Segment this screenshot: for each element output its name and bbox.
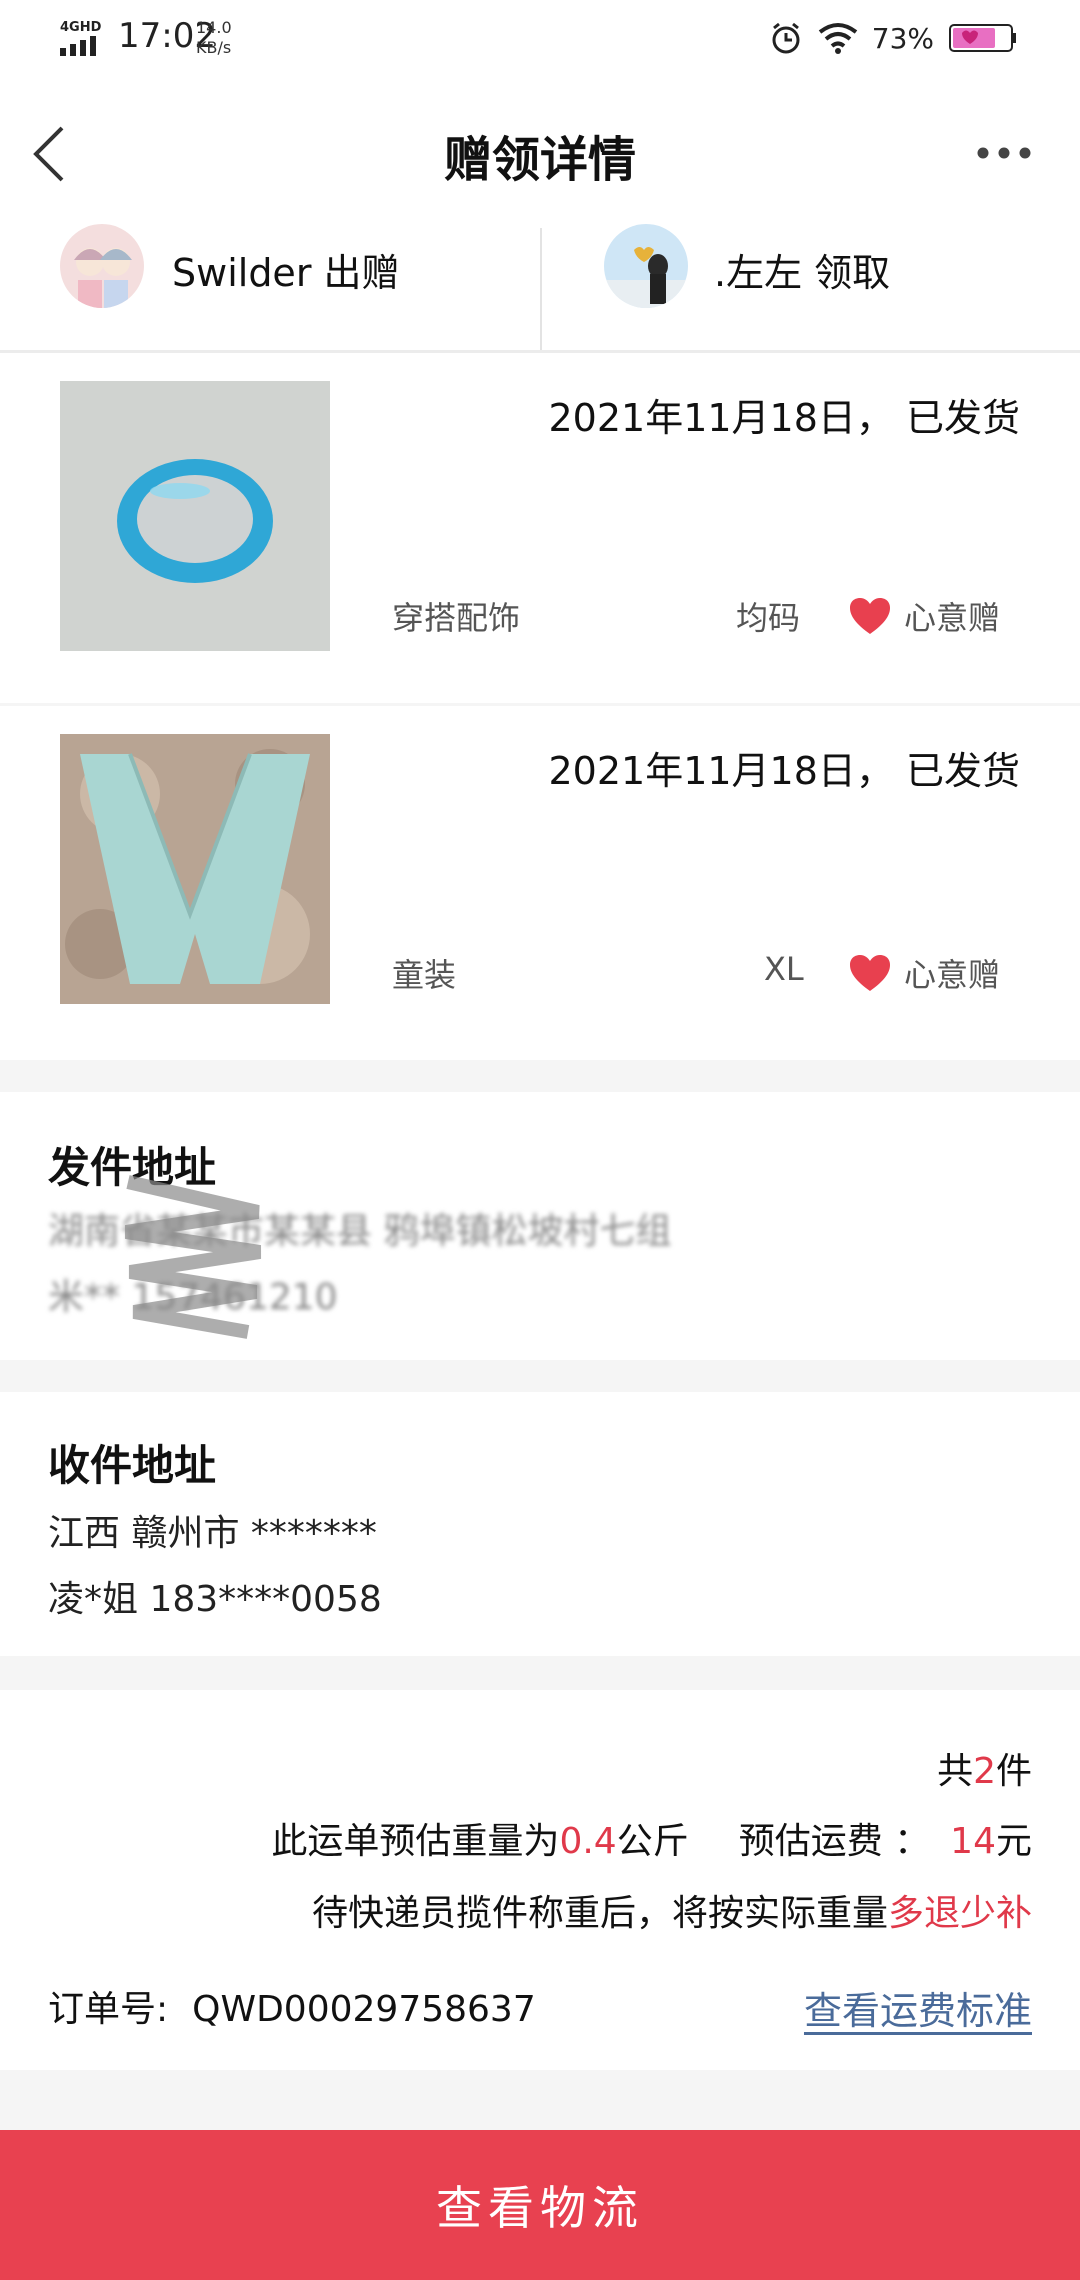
order-no-value: QWD00029758637	[192, 1989, 536, 2030]
note-highlight: 多退少补	[887, 1893, 1032, 1934]
receiver-label: .左左 领取	[714, 251, 891, 295]
item-count: 共2件	[937, 1742, 1032, 1794]
status-bar: 4GHD 17:02 14.0 KB/s 73%	[0, 0, 1080, 82]
fee-standard-link[interactable]: 查看运费标准	[804, 1980, 1032, 2035]
order-no-label: 订单号:	[48, 1989, 169, 2030]
count-suffix: 件	[995, 1751, 1032, 1792]
item-thumbnail[interactable]	[60, 734, 330, 1004]
gift-type: 心意赠	[848, 593, 1000, 639]
receiver-address-title: 收件地址	[48, 1441, 217, 1490]
item-thumbnail[interactable]	[60, 381, 330, 651]
signal-icon: 4GHD	[60, 20, 102, 56]
receiver-address-line: 江西 赣州市 *******	[48, 1513, 377, 1554]
more-options-icon[interactable]	[976, 146, 1032, 160]
wifi-icon	[818, 23, 857, 54]
receiver-avatar[interactable]	[604, 224, 688, 308]
weight-unit: 公斤	[616, 1821, 689, 1862]
speed-unit: KB/s	[196, 38, 232, 57]
fee-value: 14	[950, 1821, 996, 1862]
nav-header: 赠领详情	[0, 82, 1080, 222]
order-number: 订单号: QWD00029758637	[48, 1980, 536, 2032]
speed-value: 14.0	[196, 18, 232, 37]
note-prefix: 待快递员揽件称重后，将按实际重量	[311, 1893, 888, 1934]
item-date-status: 2021年11月18日， 已发货	[548, 749, 1021, 793]
gift-label: 心意赠	[904, 599, 1001, 637]
battery-icon	[949, 24, 1016, 52]
parties-divider	[540, 228, 542, 350]
parties-row: Swilder 出赠 .左左 领取	[0, 222, 1080, 353]
item-category: 童装	[392, 956, 457, 994]
gift-item-card[interactable]: 2021年11月18日， 已发货 穿搭配饰 均码 心意赠	[0, 353, 1080, 703]
view-logistics-button[interactable]: 查看物流	[0, 2130, 1080, 2280]
battery-percent: 73%	[871, 21, 934, 55]
giver-label: Swilder 出赠	[172, 251, 400, 295]
weight-note: 待快递员揽件称重后，将按实际重量多退少补	[312, 1884, 1032, 1936]
gift-label: 心意赠	[904, 956, 1001, 994]
heart-icon	[850, 598, 890, 634]
network-type: 4GHD	[60, 20, 102, 35]
weight-prefix: 此运单预估重量为	[271, 1821, 560, 1862]
item-category: 穿搭配饰	[392, 599, 521, 637]
alarm-icon	[772, 22, 800, 54]
fee-label: 预估运费 ：	[738, 1821, 931, 1862]
weight-fee-line: 此运单预估重量为0.4公斤 预估运费 ： 14元	[271, 1812, 1032, 1864]
weight-value: 0.4	[559, 1821, 617, 1862]
giver-avatar[interactable]	[60, 224, 144, 308]
item-size: XL	[764, 950, 804, 988]
status-right: 73%	[768, 20, 1018, 56]
fee-unit: 元	[995, 1821, 1032, 1862]
order-summary-section: 共2件 此运单预估重量为0.4公斤 预估运费 ： 14元 待快递员揽件称重后，将按实…	[0, 1690, 1080, 2070]
receiver-contact: 凌*姐 183****0058	[48, 1579, 382, 1620]
redaction-scribble	[124, 1175, 262, 1339]
gift-item-card[interactable]: 2021年11月18日， 已发货 童装 XL 心意赠	[0, 706, 1080, 1060]
receiver-address-section: 收件地址 江西 赣州市 ******* 凌*姐 183****0058	[0, 1392, 1080, 1656]
network-speed: 14.0 KB/s	[196, 18, 232, 58]
item-size: 均码	[736, 599, 801, 637]
gift-type: 心意赠	[848, 950, 1000, 996]
count-value: 2	[973, 1751, 996, 1792]
count-prefix: 共	[937, 1751, 974, 1792]
sender-address-section: 发件地址 湖南省某某市某某县 鸦埠镇松坡村七组 米** 157461210	[0, 1092, 1080, 1360]
page-title: 赠领详情	[443, 132, 636, 188]
heart-icon	[850, 955, 890, 991]
item-date-status: 2021年11月18日， 已发货	[548, 396, 1021, 440]
